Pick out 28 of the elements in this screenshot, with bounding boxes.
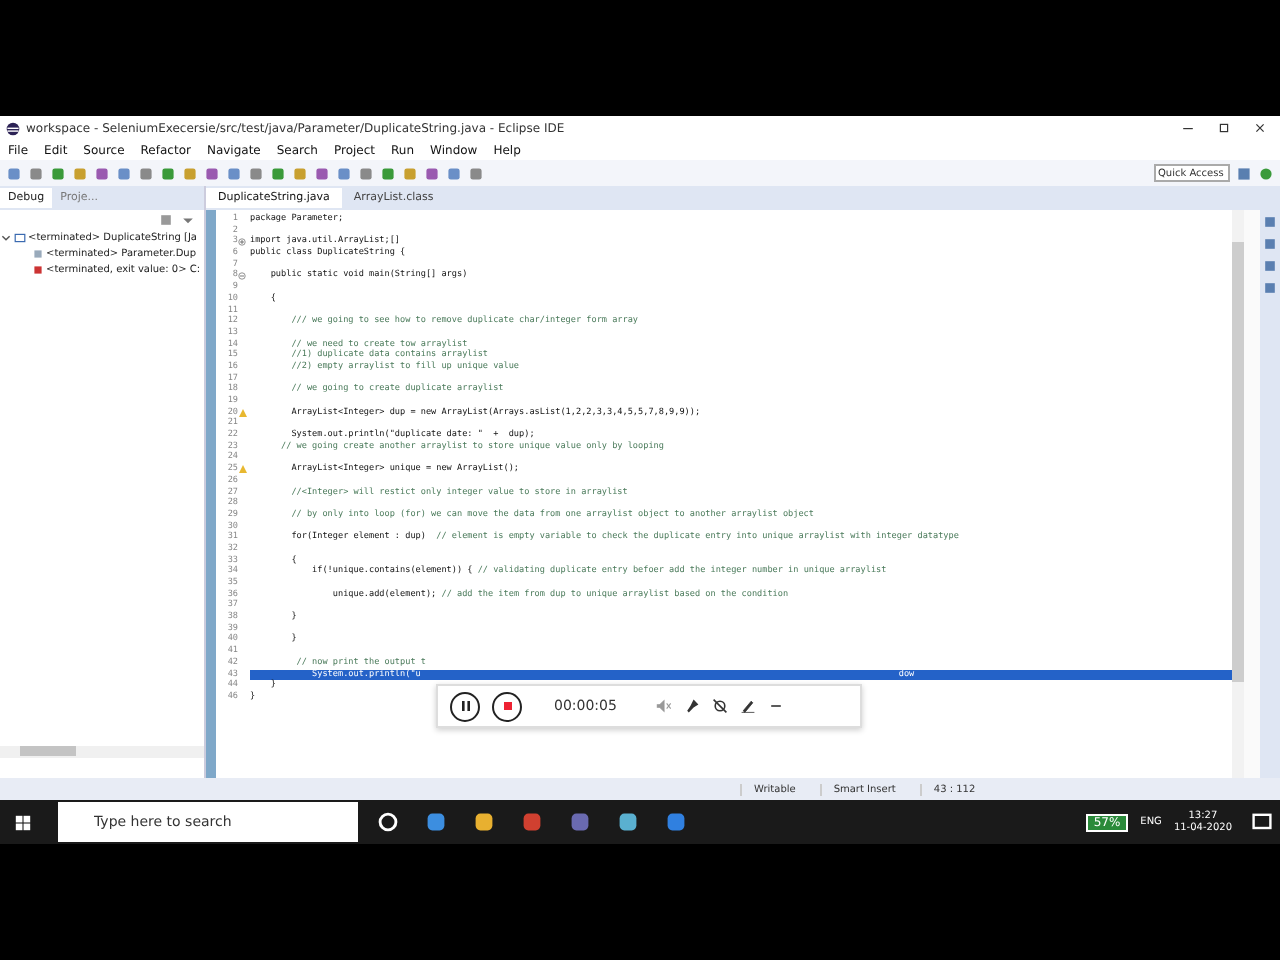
perspective-icon[interactable] [1236, 165, 1252, 181]
stop-button[interactable] [492, 691, 522, 721]
maximize-icon[interactable] [1218, 122, 1230, 134]
notification-icon[interactable] [1250, 810, 1274, 834]
taskbar-app-icon[interactable] [472, 810, 496, 834]
pen-icon[interactable] [740, 698, 757, 714]
eclipse-logo-icon [6, 121, 20, 135]
taskbar-app-icon[interactable] [520, 810, 544, 834]
remove-launches-icon[interactable] [158, 212, 174, 228]
taskbar-app-icon[interactable] [664, 810, 688, 834]
minimize-icon[interactable] [1182, 122, 1194, 134]
scrollbar-thumb[interactable] [1232, 242, 1244, 682]
pin-icon[interactable] [684, 698, 701, 714]
taskbar-app-icon[interactable] [424, 810, 448, 834]
minus-icon[interactable] [238, 272, 246, 281]
windows-start-icon[interactable] [14, 813, 32, 831]
scrollbar-thumb[interactable] [20, 746, 76, 756]
cortana-circle-icon[interactable] [376, 810, 400, 834]
taskbar-app-icon[interactable] [568, 810, 592, 834]
taskbar-app-icon[interactable] [616, 810, 640, 834]
debug-perspective-icon[interactable] [1258, 165, 1274, 181]
launch-icon [14, 232, 26, 244]
pause-button[interactable] [450, 691, 480, 721]
muted-speaker-icon[interactable] [656, 698, 673, 714]
plus-icon[interactable] [238, 238, 246, 247]
webcam-off-icon[interactable] [712, 698, 729, 714]
close-icon[interactable] [1254, 122, 1266, 134]
chevron-icon[interactable] [0, 232, 12, 244]
